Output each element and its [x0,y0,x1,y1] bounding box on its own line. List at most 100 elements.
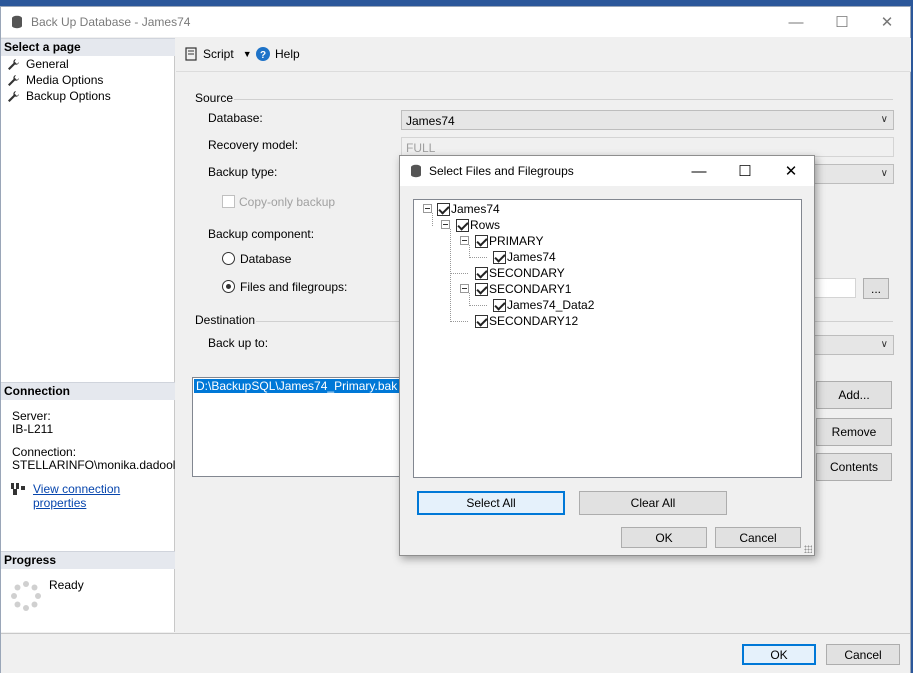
view-connection-properties-link[interactable]: View connection properties [33,482,174,510]
component-database-radio[interactable] [222,252,235,265]
database-label: Database: [208,111,263,125]
wrench-icon [8,58,19,70]
dialog-cancel-button[interactable]: Cancel [715,527,801,548]
dialog-titlebar: Select Files and Filegroups — ☐ ✕ [400,156,814,186]
component-files-label: Files and filegroups: [240,280,348,294]
maximize-icon[interactable]: ☐ [819,7,865,37]
destination-list-item[interactable]: D:\BackupSQL\James74_Primary.bak [194,379,400,393]
source-group-label: Source [195,91,234,105]
footer-bar: OK Cancel [1,633,910,673]
tree-connector [450,229,451,322]
source-divider [234,99,893,100]
tree-node-label: SECONDARY1 [489,282,572,296]
tree-node-label: SECONDARY12 [489,314,579,328]
tree-node-checkbox[interactable] [456,218,469,232]
tree-node-checkbox[interactable] [475,314,488,328]
tree-node-secondary12[interactable]: SECONDARY12 [475,314,578,328]
ok-button[interactable]: OK [742,644,816,665]
clear-all-button[interactable]: Clear All [579,491,727,515]
resize-grip-icon[interactable] [804,545,812,553]
tree-node-database[interactable]: James74 [437,202,500,216]
tree-node-checkbox[interactable] [475,282,488,296]
destination-group-label: Destination [195,313,256,327]
tree-node-label: PRIMARY [489,234,544,248]
select-all-button[interactable]: Select All [417,491,565,515]
left-pane: Select a page General Media Options Back… [1,38,175,632]
copy-only-label: Copy-only backup [239,195,336,209]
wrench-icon [8,74,19,86]
page-item-general[interactable]: General [7,57,69,71]
progress-spinner-icon [11,581,41,611]
tree-node-checkbox[interactable] [493,250,506,264]
component-files-radio[interactable] [222,280,235,293]
tree-node-file-james74-data2[interactable]: James74_Data2 [493,298,594,312]
database-value: James74 [406,114,455,128]
tree-node-secondary1[interactable]: SECONDARY1 [475,282,571,296]
progress-status: Ready [49,578,84,592]
database-icon [12,15,22,29]
tree-node-checkbox[interactable] [437,202,450,216]
filegroup-tree[interactable]: James74 Rows PRIMARY James74 SECONDARY S… [413,199,802,478]
tree-node-label: James74 [451,202,500,216]
script-button[interactable]: Script ▼ [184,47,252,61]
connection-value: STELLARINFO\monika.dadool [12,458,176,472]
tree-node-primary[interactable]: PRIMARY [475,234,543,248]
select-files-filegroups-dialog: Select Files and Filegroups — ☐ ✕ James7… [399,155,815,556]
svg-text:?: ? [260,50,266,61]
tree-node-checkbox[interactable] [493,298,506,312]
dialog-ok-button[interactable]: OK [621,527,707,548]
chevron-down-icon: ∨ [880,339,888,350]
connection-label: Connection: [12,445,77,459]
recovery-model-label: Recovery model: [208,138,299,152]
cancel-button[interactable]: Cancel [826,644,900,665]
dialog-title: Select Files and Filegroups [429,164,574,178]
recovery-model-field: FULL [401,137,894,157]
collapse-icon[interactable] [460,236,469,245]
back-up-to-label: Back up to: [208,336,269,350]
database-combo[interactable]: James74 ∨ [401,110,894,130]
tree-node-file-james74[interactable]: James74 [493,250,556,264]
window-title: Back Up Database - James74 [31,15,191,29]
progress-header: Progress [1,551,175,569]
tree-node-rows[interactable]: Rows [456,218,500,232]
remove-button[interactable]: Remove [816,418,892,446]
collapse-icon[interactable] [423,204,432,213]
close-icon[interactable]: ✕ [864,7,910,37]
database-icon [411,164,421,178]
connection-header: Connection [1,382,175,400]
minimize-icon[interactable]: — [676,156,722,186]
tree-connector [469,305,487,306]
close-icon[interactable]: ✕ [768,156,814,186]
collapse-icon[interactable] [441,220,450,229]
page-item-label: Media Options [26,73,104,87]
tree-connector [450,321,468,322]
maximize-icon[interactable]: ☐ [722,156,768,186]
tree-node-label: James74_Data2 [507,298,595,312]
collapse-icon[interactable] [460,284,469,293]
server-label: Server: [12,409,51,423]
script-icon [185,47,197,61]
toolbar: Script ▼ ? Help [176,38,911,72]
page-item-media-options[interactable]: Media Options [7,73,103,87]
page-item-label: General [26,57,69,71]
browse-filegroups-button[interactable]: ... [863,278,889,299]
add-button[interactable]: Add... [816,381,892,409]
help-button[interactable]: ? Help [256,47,300,61]
copy-only-checkbox[interactable] [222,195,235,208]
script-label: Script [203,47,234,61]
backup-type-label: Backup type: [208,165,278,179]
tree-node-secondary[interactable]: SECONDARY [475,266,565,280]
page-item-backup-options[interactable]: Backup Options [7,89,111,103]
tree-node-label: SECONDARY [489,266,565,280]
wrench-icon [8,90,19,102]
chevron-down-icon: ∨ [880,114,888,125]
contents-button[interactable]: Contents [816,453,892,481]
tree-connector [432,213,433,226]
tree-node-checkbox[interactable] [475,266,488,280]
chevron-down-icon: ∨ [880,168,888,179]
recovery-model-value: FULL [406,141,436,155]
select-page-header: Select a page [1,38,175,56]
tree-connector [450,273,468,274]
tree-node-checkbox[interactable] [475,234,488,248]
minimize-icon[interactable]: — [773,7,819,37]
